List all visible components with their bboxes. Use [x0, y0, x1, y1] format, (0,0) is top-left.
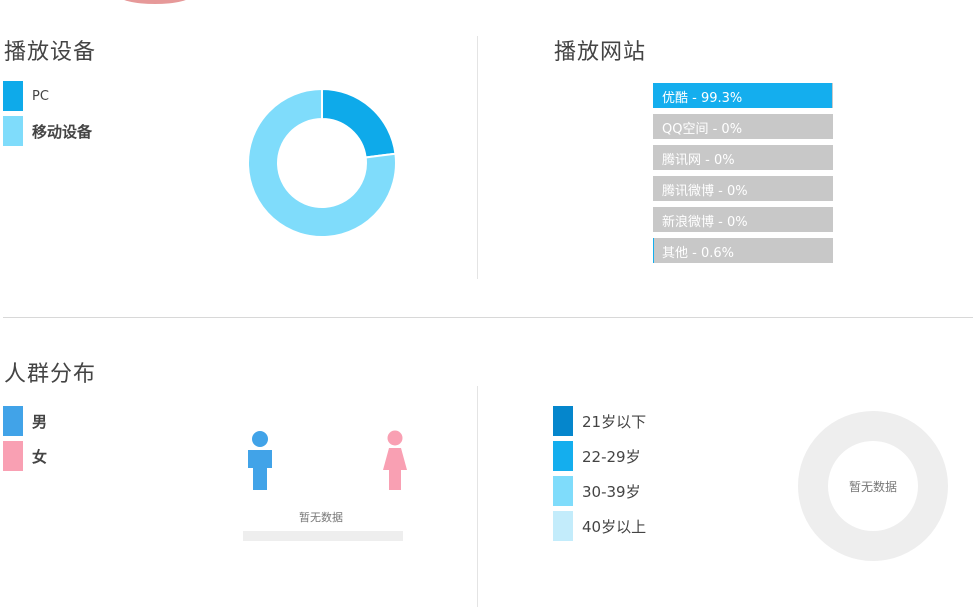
legend-label-pc: PC [32, 88, 49, 104]
legend-item-age-30-39[interactable]: 30-39岁 [553, 476, 641, 506]
section-divider-bottom [477, 386, 478, 607]
site-bar-label-tencent-weibo: 腾讯微博 - 0% [662, 184, 748, 199]
legend-label-mobile: 移动设备 [32, 122, 93, 141]
site-bar-label-sina-weibo: 新浪微博 - 0% [662, 215, 748, 230]
legend-swatch-female [3, 441, 23, 471]
legend-swatch-age-under-21 [553, 406, 573, 436]
legend-item-age-22-29[interactable]: 22-29岁 [553, 441, 641, 471]
legend-swatch-mobile [3, 116, 23, 146]
site-bar-tencent-weibo[interactable]: 腾讯微博 - 0% [653, 176, 833, 201]
sites-section-title: 播放网站 [554, 40, 647, 65]
site-bar-label-other: 其他 - 0.6% [662, 246, 734, 261]
device-donut-chart [247, 88, 397, 238]
legend-label-age-22-29: 22-29岁 [582, 447, 641, 466]
legend-item-age-over-40[interactable]: 40岁以上 [553, 511, 646, 541]
site-bar-label-qzone: QQ空间 - 0% [662, 122, 743, 137]
section-divider-top [477, 36, 478, 279]
legend-label-age-over-40: 40岁以上 [582, 517, 647, 536]
legend-swatch-age-30-39 [553, 476, 573, 506]
legend-swatch-pc [3, 81, 23, 111]
legend-item-female[interactable]: 女 [3, 441, 47, 471]
gender-ratio-bar [243, 531, 403, 541]
legend-item-mobile[interactable]: 移动设备 [3, 116, 92, 146]
legend-label-age-30-39: 30-39岁 [582, 482, 641, 501]
site-bar-sina-weibo[interactable]: 新浪微博 - 0% [653, 207, 833, 232]
female-person-icon [383, 430, 407, 490]
decorative-arc [118, 0, 192, 4]
gender-no-data-text: 暂无数据 [299, 511, 343, 524]
section-divider-horizontal [3, 317, 973, 318]
legend-label-male: 男 [32, 412, 48, 431]
legend-item-age-under-21[interactable]: 21岁以下 [553, 406, 646, 436]
site-bar-label-qq: 腾讯网 - 0% [662, 153, 735, 168]
legend-label-female: 女 [32, 447, 48, 466]
male-person-icon [248, 431, 272, 490]
site-bar-youku[interactable]: 优酷 - 99.3% [653, 83, 833, 108]
site-bar-other[interactable]: 其他 - 0.6% [653, 238, 833, 263]
age-no-data-text: 暂无数据 [849, 480, 898, 494]
crowd-section-title: 人群分布 [4, 362, 97, 387]
legend-swatch-age-over-40 [553, 511, 573, 541]
donut-slice-pc[interactable] [321, 88, 397, 159]
site-bar-qq[interactable]: 腾讯网 - 0% [653, 145, 833, 170]
legend-label-age-under-21: 21岁以下 [582, 412, 647, 431]
legend-item-pc[interactable]: PC [3, 81, 49, 111]
legend-swatch-male [3, 406, 23, 436]
site-bar-label-youku: 优酷 - 99.3% [662, 91, 743, 106]
legend-item-male[interactable]: 男 [3, 406, 47, 436]
legend-swatch-age-22-29 [553, 441, 573, 471]
site-bar-fill-other [653, 238, 655, 263]
device-section-title: 播放设备 [4, 40, 97, 65]
site-bar-qzone[interactable]: QQ空间 - 0% [653, 114, 833, 139]
